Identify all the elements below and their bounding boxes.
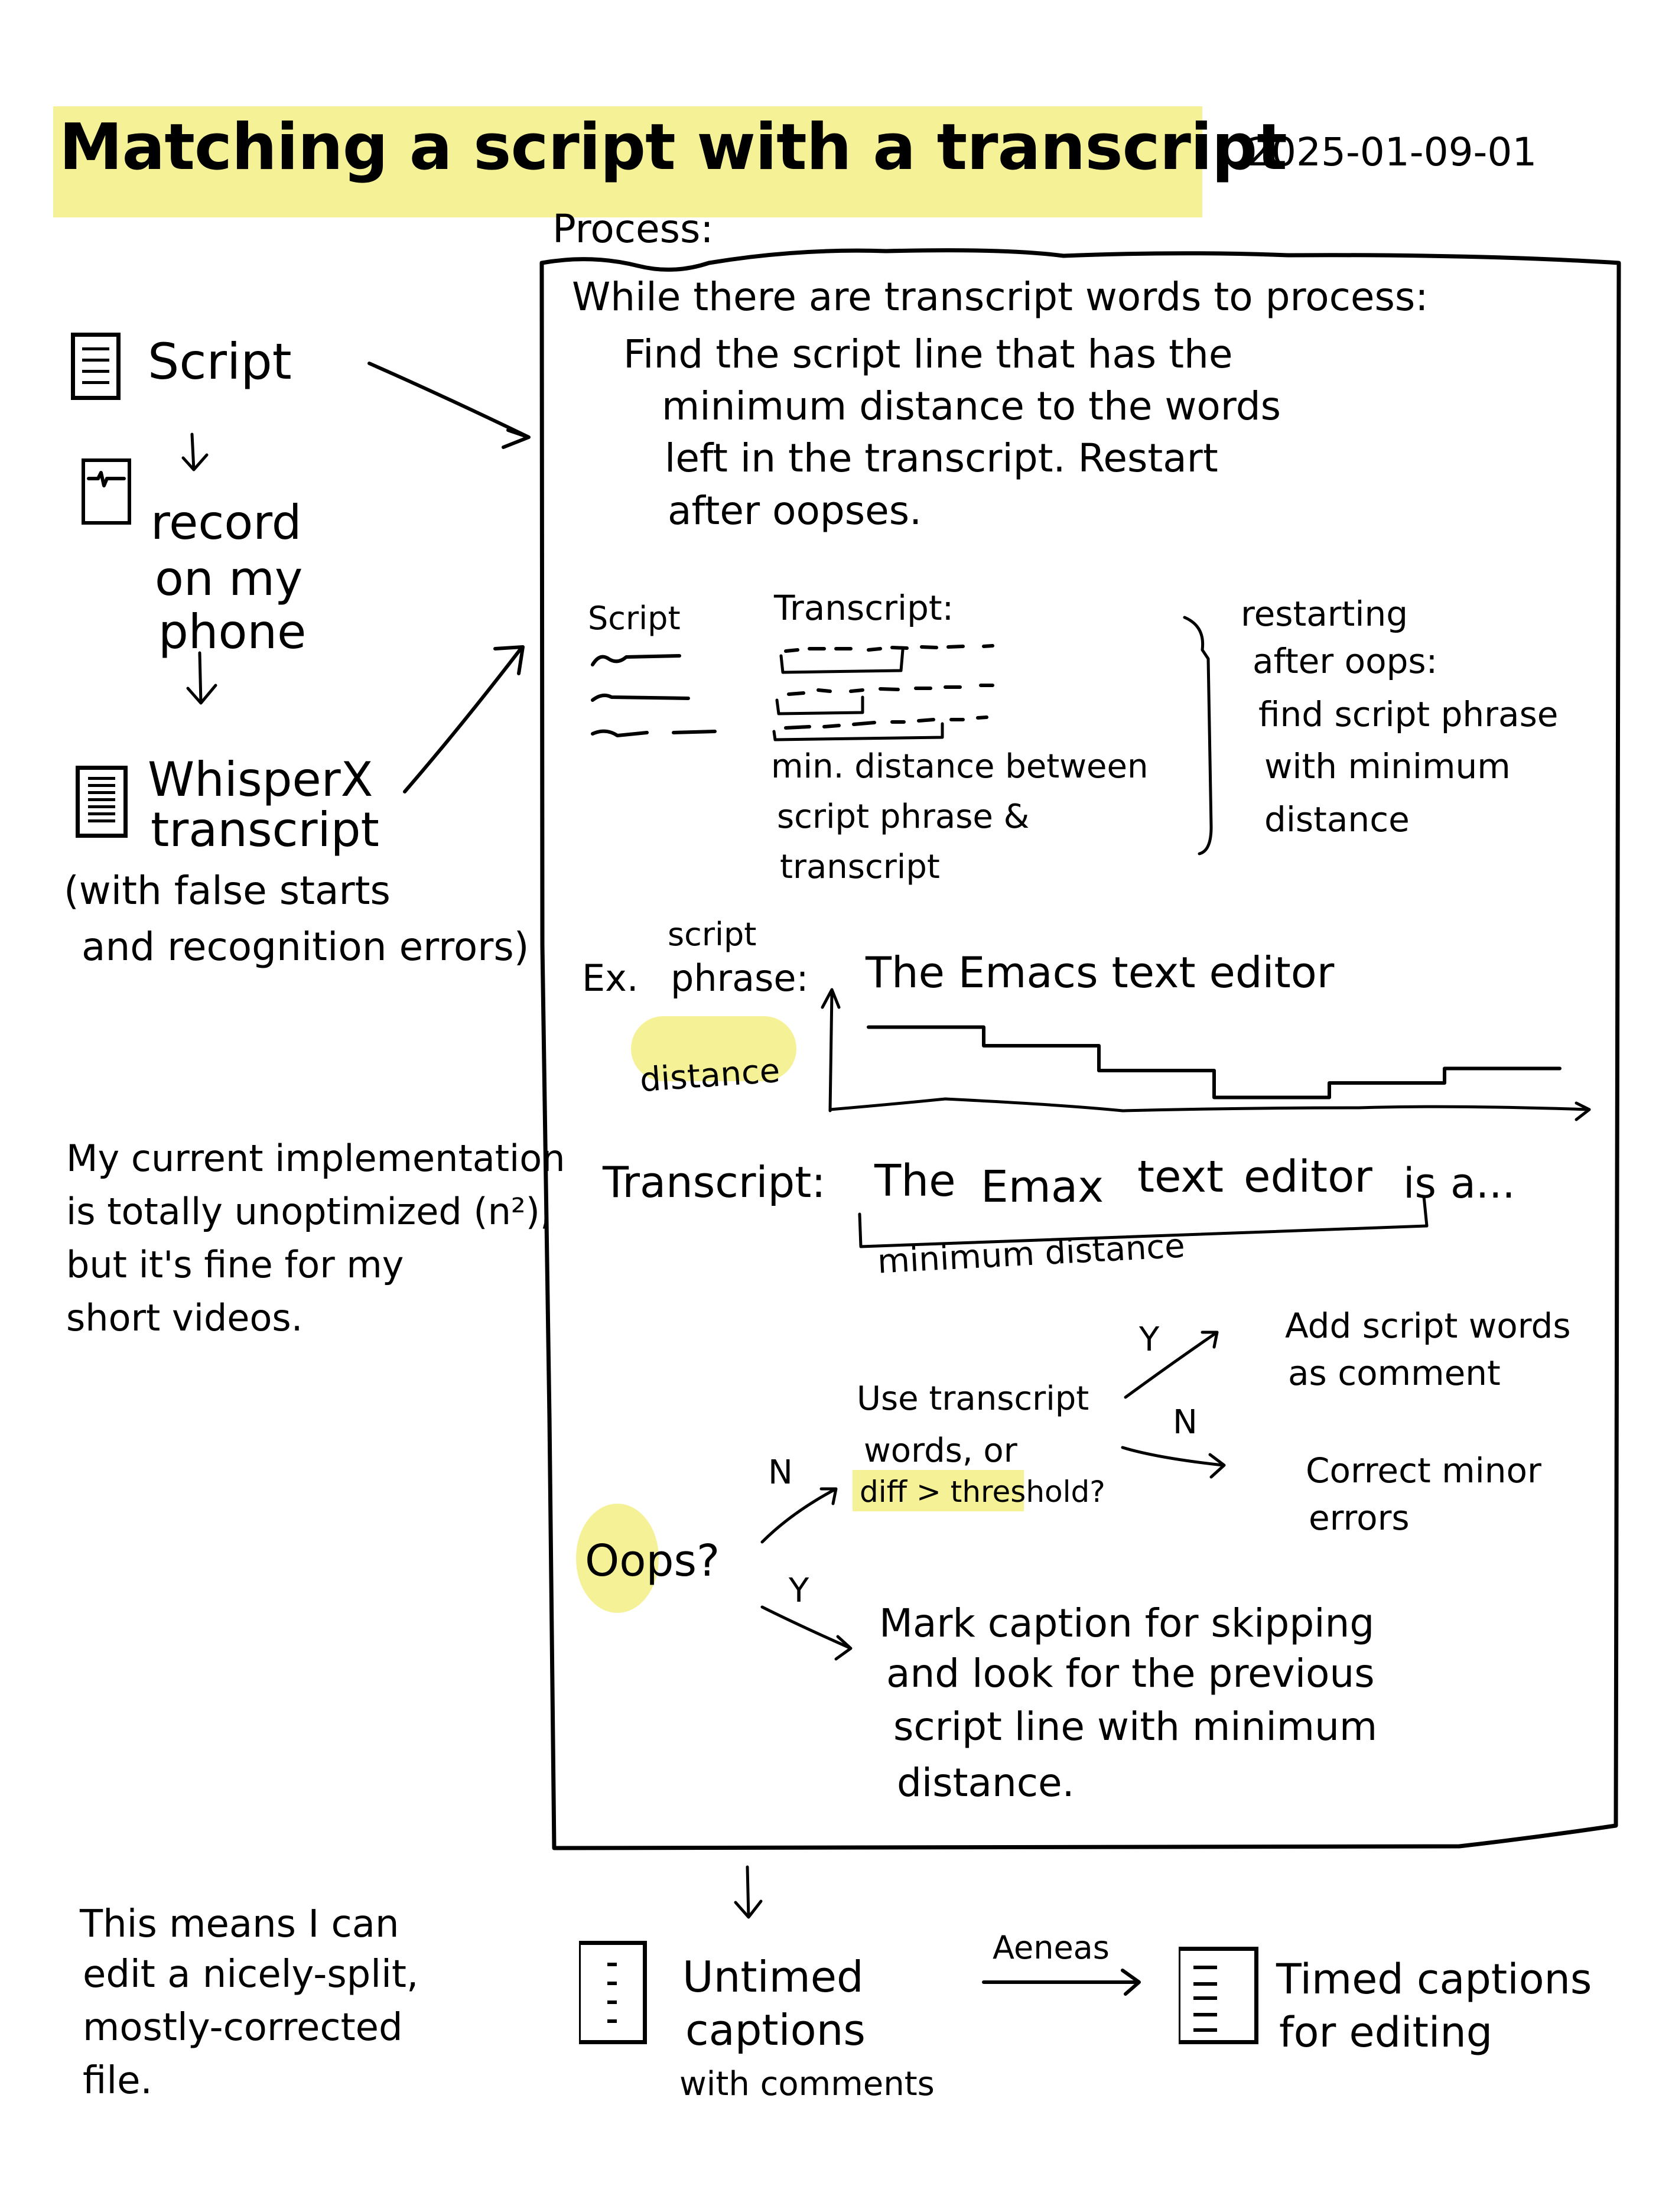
- y-axis: [821, 988, 841, 1112]
- script-squiggle: [591, 654, 681, 666]
- distance-step-line: [867, 1025, 1562, 1100]
- question-highlight: diff > threshold?: [860, 1475, 1105, 1509]
- record-label-3: phone: [158, 604, 307, 659]
- whisperx-note-1: (with false starts: [64, 868, 391, 913]
- sketch-caption-1: min. distance between: [771, 747, 1149, 786]
- brace-note-1: restarting: [1241, 594, 1408, 634]
- whisperx-note-2: and recognition errors): [82, 924, 529, 970]
- script-phrase: The Emacs text editor: [866, 948, 1335, 997]
- arrow-script-down: [181, 432, 209, 471]
- brace-note-4: with minimum: [1264, 746, 1511, 786]
- script-document-icon: [71, 333, 121, 400]
- arrow-oops-no: [760, 1487, 838, 1544]
- oops-yes-label: Y: [789, 1572, 809, 1610]
- script-squiggle: [591, 729, 717, 737]
- untimed-label-1: Untimed: [682, 1952, 864, 2002]
- arrow-aeneas: [982, 1969, 1141, 1996]
- transcript-bracket: [779, 648, 905, 674]
- distance-axis-label: distance: [638, 1051, 782, 1100]
- oops-label: Oops?: [585, 1536, 720, 1586]
- sketch-caption-3: transcript: [780, 848, 940, 886]
- arrow-oops-yes: [760, 1605, 853, 1661]
- bottom-note-2: edit a nicely-split,: [83, 1953, 419, 1996]
- transcript-dashes: [784, 715, 988, 730]
- transcript-bracket: [775, 695, 864, 715]
- arrow-question-no: [1121, 1446, 1226, 1479]
- bottom-note-4: file.: [83, 2059, 152, 2103]
- transcript-document-icon: [76, 766, 128, 838]
- timed-label-1: Timed captions: [1276, 1955, 1592, 2003]
- caption-file-icon: [579, 1941, 647, 2044]
- transcript-word: is: [1403, 1159, 1436, 1208]
- transcript-word: editor: [1244, 1151, 1372, 1202]
- question-no-label: N: [1173, 1403, 1198, 1442]
- whisperx-label-2: transcript: [151, 802, 379, 857]
- transcript-word: text: [1137, 1151, 1224, 1202]
- arrow-script-to-process: [367, 362, 531, 449]
- loop-line-4: left in the transcript. Restart: [665, 435, 1218, 481]
- example-label-bottom: phrase:: [671, 957, 809, 1000]
- x-axis: [828, 1097, 1591, 1121]
- transcript-word: a...: [1450, 1159, 1515, 1208]
- oops-no-label: N: [768, 1453, 793, 1492]
- aeneas-label: Aeneas: [993, 1929, 1110, 1966]
- record-label-1: record: [151, 495, 302, 550]
- brace-note-3: find script phrase: [1258, 694, 1559, 734]
- side-note-1: My current implementation: [66, 1137, 565, 1180]
- example-label-top: script: [668, 916, 757, 953]
- audio-waveform-icon: [82, 458, 131, 525]
- question-line-2: words, or: [864, 1432, 1017, 1470]
- process-label: Process:: [552, 206, 714, 252]
- example-prefix: Ex.: [582, 957, 639, 1000]
- yes-branch-1: Add script words: [1285, 1306, 1571, 1346]
- timed-label-2: for editing: [1279, 2008, 1493, 2057]
- no-branch-2: errors: [1309, 1498, 1410, 1538]
- loop-line-5: after oopses.: [668, 488, 922, 534]
- question-line-1: Use transcript: [857, 1380, 1089, 1418]
- transcript-label: Transcript:: [603, 1157, 826, 1207]
- sketch-caption-2: script phrase &: [777, 798, 1030, 836]
- bottom-note-1: This means I can: [80, 1902, 399, 1946]
- brace-note-5: distance: [1264, 799, 1410, 840]
- side-note-3: but it's fine for my: [66, 1243, 404, 1286]
- right-brace: [1183, 616, 1213, 855]
- transcript-dashes: [787, 684, 994, 696]
- no-branch-1: Correct minor: [1306, 1450, 1541, 1491]
- script-label: Script: [148, 333, 292, 391]
- date-label: 2025-01-09-01: [1247, 129, 1537, 175]
- transcript-dashes: [784, 644, 994, 653]
- brace-note-2: after oops:: [1253, 641, 1438, 681]
- whisperx-label-1: WhisperX: [148, 752, 373, 807]
- side-note-4: short videos.: [66, 1296, 303, 1339]
- question-yes-label: Y: [1139, 1320, 1160, 1359]
- transcript-word: The: [874, 1156, 956, 1206]
- arrow-transcript-to-process: [403, 645, 525, 793]
- sketch-script-header: Script: [588, 600, 681, 637]
- transcript-word: Emax: [981, 1162, 1104, 1212]
- arrow-process-down: [734, 1865, 763, 1919]
- oops-yes-4: distance.: [897, 1760, 1075, 1806]
- page-title: Matching a script with a transcript: [59, 110, 1287, 184]
- sketch-transcript-header: Transcript:: [774, 588, 954, 628]
- loop-line-3: minimum distance to the words: [662, 383, 1281, 429]
- side-note-2: is totally unoptimized (n²),: [66, 1190, 552, 1233]
- loop-line-1: While there are transcript words to proc…: [572, 274, 1429, 320]
- oops-yes-2: and look for the previous: [886, 1651, 1375, 1696]
- script-squiggle: [591, 693, 690, 702]
- yes-branch-2: as comment: [1288, 1353, 1501, 1393]
- bottom-note-3: mostly-corrected: [83, 2006, 403, 2050]
- bracket-label: minimum distance: [876, 1227, 1186, 1281]
- untimed-label-2: captions: [685, 2005, 866, 2055]
- transcript-bracket: [772, 722, 944, 741]
- oops-yes-3: script line with minimum: [893, 1704, 1378, 1749]
- record-label-2: on my: [155, 551, 303, 606]
- timed-caption-file-icon: [1179, 1947, 1258, 2044]
- loop-line-2: Find the script line that has the: [623, 331, 1233, 377]
- oops-yes-1: Mark caption for skipping: [879, 1601, 1375, 1646]
- untimed-label-3: with comments: [679, 2065, 935, 2103]
- arrow-record-down: [186, 651, 217, 705]
